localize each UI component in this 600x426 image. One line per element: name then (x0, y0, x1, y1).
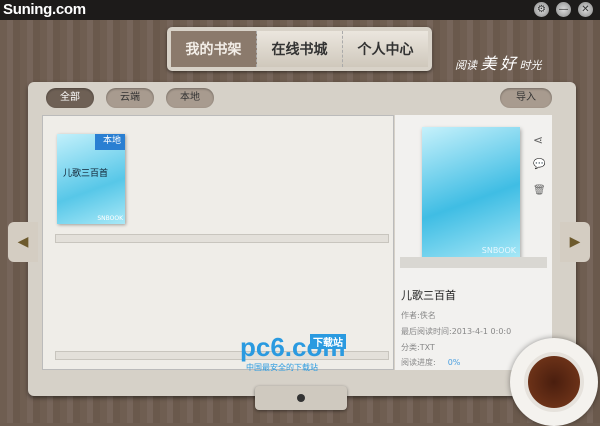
watermark-tag: 下载站 (310, 334, 346, 349)
slogan-part: 时光 (519, 59, 542, 72)
comment-icon[interactable]: 💬 (533, 159, 545, 170)
tab-my-bookshelf[interactable]: 我的书架 (171, 31, 257, 67)
page-indicator[interactable] (255, 386, 347, 410)
page-dot (297, 394, 305, 402)
cover-stand (400, 257, 547, 268)
slogan-part: 阅读 (455, 59, 477, 72)
slogan-part: 好 (500, 54, 517, 73)
book-item[interactable]: 本地 儿歌三百首 SNBOOK (57, 134, 125, 224)
progress-label: 阅读进度: (401, 358, 436, 367)
coffee-cup-decoration (510, 338, 598, 426)
book-detail-panel: SNBOOK ⋖ 💬 🗑 儿歌三百首 作者:佚名 最后阅读时间:2013-4-1… (395, 115, 552, 370)
detail-last-read: 最后阅读时间:2013-4-1 0:0:0 (401, 327, 512, 336)
local-badge: 本地 (95, 134, 125, 150)
filter-all[interactable]: 全部 (46, 88, 94, 108)
coffee (524, 352, 584, 412)
book-title: 儿歌三百首 (63, 169, 109, 179)
minimize-button[interactable]: — (556, 2, 571, 17)
delete-icon[interactable]: 🗑 (533, 185, 546, 196)
progress-value: 0% (447, 358, 461, 367)
slogan: 阅读 美 好 时光 (455, 50, 542, 74)
close-button[interactable]: ✕ (578, 2, 593, 17)
filter-local[interactable]: 本地 (166, 88, 214, 108)
main-tabs: 我的书架 在线书城 个人中心 (167, 27, 432, 71)
watermark: pc6.com 下载站 中国最安全的下载站 (240, 332, 346, 372)
detail-author: 作者:佚名 (401, 311, 436, 320)
settings-icon[interactable]: ⚙ (534, 2, 549, 17)
shelf-ledge (55, 234, 389, 243)
detail-title: 儿歌三百首 (401, 289, 456, 302)
tab-personal-center[interactable]: 个人中心 (343, 31, 428, 67)
book-brand: SNBOOK (97, 215, 123, 222)
next-page-button[interactable]: ▶ (560, 222, 590, 262)
watermark-sub: 中国最安全的下载站 (246, 363, 318, 372)
import-button[interactable]: 导入 (500, 88, 552, 108)
tab-online-store[interactable]: 在线书城 (257, 31, 343, 67)
cover-brand: SNBOOK (481, 246, 516, 255)
prev-page-button[interactable]: ◀ (8, 222, 38, 262)
filter-cloud[interactable]: 云端 (106, 88, 154, 108)
app-logo: Suning.com (3, 1, 86, 18)
slogan-part: 美 (480, 54, 497, 73)
title-bar: Suning.com ⚙ — ✕ (0, 0, 600, 20)
book-cover[interactable]: SNBOOK (422, 127, 520, 259)
share-icon[interactable]: ⋖ (533, 133, 543, 147)
detail-category: 分类:TXT (401, 343, 435, 352)
